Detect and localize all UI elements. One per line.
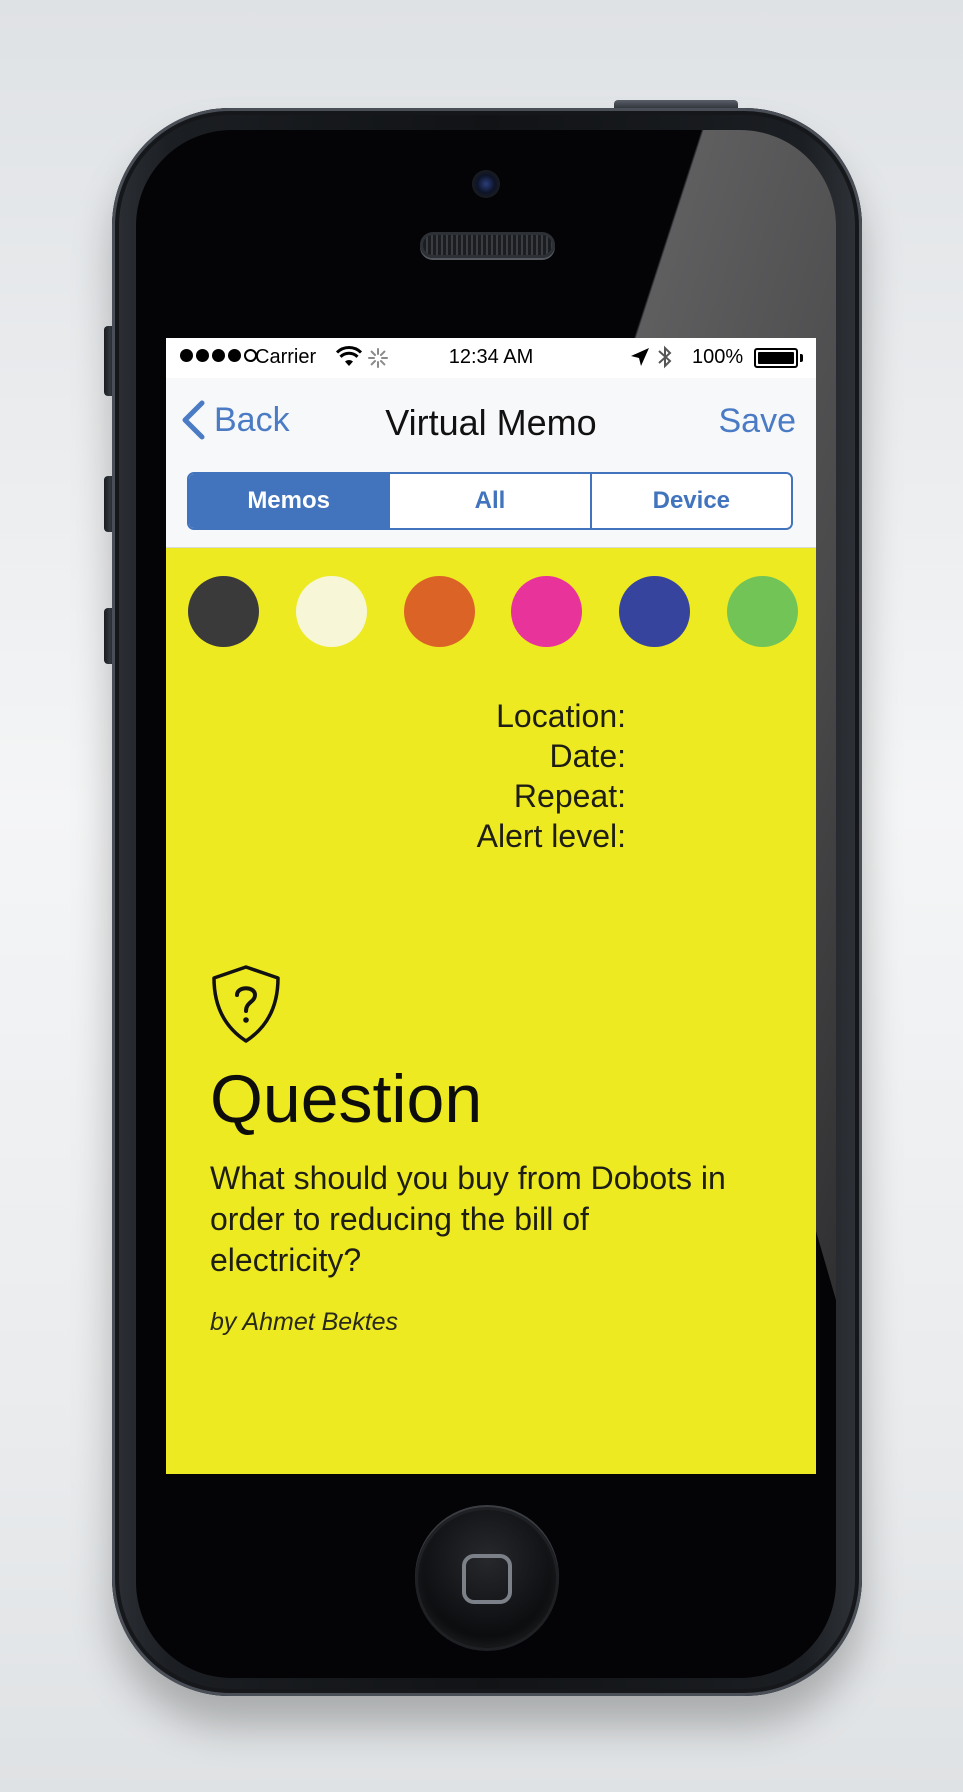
status-bar: Carrier 12:34 AM 100% <box>166 338 816 378</box>
segment-device[interactable]: Device <box>589 474 791 528</box>
battery-nub <box>800 354 803 362</box>
date-label: Date: <box>549 738 626 774</box>
navigation-bar: Back Virtual Memo Save Memos All Device <box>166 378 816 548</box>
bluetooth-icon <box>658 345 672 369</box>
color-swatch-cream[interactable] <box>295 576 367 647</box>
home-square-icon <box>462 1554 512 1604</box>
card-author: by Ahmet Bektes <box>210 1308 399 1336</box>
location-label: Location: <box>496 698 626 734</box>
card-title: Question <box>210 1061 483 1137</box>
color-swatch-blue[interactable] <box>619 576 691 647</box>
color-picker <box>188 576 798 647</box>
battery-icon <box>754 348 798 368</box>
segmented-control: Memos All Device <box>187 472 793 530</box>
front-camera <box>472 170 500 198</box>
save-button[interactable]: Save <box>719 402 797 441</box>
alert-level-label: Alert level: <box>476 818 626 854</box>
color-swatch-pink[interactable] <box>511 576 583 647</box>
color-swatch-orange[interactable] <box>403 576 475 647</box>
memo-fields: Location: Date: Repeat: Alert level: <box>166 696 626 856</box>
shield-question-icon <box>212 965 280 1043</box>
location-arrow-icon <box>631 348 649 366</box>
app-screen: Carrier 12:34 AM 100% Back Virtual Memo … <box>166 338 816 1474</box>
earpiece-speaker <box>420 232 555 258</box>
color-swatch-green[interactable] <box>726 576 798 647</box>
card-body: What should you buy from Dobots in order… <box>210 1160 726 1278</box>
color-swatch-dark-gray[interactable] <box>188 576 259 647</box>
segment-all[interactable]: All <box>388 474 590 528</box>
home-button[interactable] <box>418 1510 556 1648</box>
segment-memos[interactable]: Memos <box>189 474 389 528</box>
repeat-label: Repeat: <box>513 778 626 814</box>
battery-percentage: 100% <box>692 346 744 368</box>
